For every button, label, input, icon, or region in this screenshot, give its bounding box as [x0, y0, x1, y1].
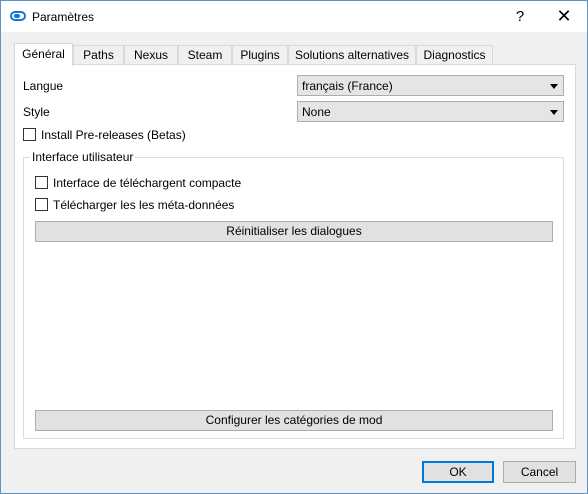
ui-group: Interface utilisateur Interface de téléc…	[23, 150, 564, 439]
title-bar: Paramètres ? ✕	[1, 1, 587, 32]
style-label: Style	[23, 105, 50, 119]
language-value: français (France)	[302, 79, 393, 93]
tab-plugins[interactable]: Plugins	[232, 45, 288, 65]
tab-paths[interactable]: Paths	[73, 45, 124, 65]
language-label: Langue	[23, 79, 64, 93]
configure-categories-button[interactable]: Configurer les catégories de mod	[35, 410, 553, 431]
ui-group-title: Interface utilisateur	[30, 150, 136, 164]
tab-diagnostics[interactable]: Diagnostics	[416, 45, 493, 65]
tab-steam[interactable]: Steam	[178, 45, 232, 65]
close-button[interactable]: ✕	[542, 1, 586, 32]
ok-button[interactable]: OK	[422, 461, 494, 483]
language-select[interactable]: français (France)	[297, 75, 564, 96]
general-panel: Langue français (France) Style None Inst…	[14, 64, 576, 449]
metadata-checkbox[interactable]	[35, 198, 48, 211]
compact-download-label: Interface de téléchargent compacte	[53, 176, 242, 190]
prereleases-checkbox[interactable]	[23, 128, 36, 141]
style-select[interactable]: None	[297, 101, 564, 122]
metadata-label: Télécharger les les méta-données	[53, 198, 235, 212]
tab-alternative-solutions[interactable]: Solutions alternatives	[288, 45, 416, 65]
help-button[interactable]: ?	[498, 1, 542, 32]
style-value: None	[302, 105, 331, 119]
tab-nexus[interactable]: Nexus	[124, 45, 178, 65]
prereleases-label: Install Pre-releases (Betas)	[41, 128, 186, 142]
dropdown-arrow-icon	[550, 110, 558, 115]
window-title: Paramètres	[32, 10, 95, 24]
reset-dialogs-button[interactable]: Réinitialiser les dialogues	[35, 221, 553, 242]
cancel-button[interactable]: Cancel	[503, 461, 576, 483]
compact-download-checkbox[interactable]	[35, 176, 48, 189]
app-icon	[10, 11, 26, 21]
dropdown-arrow-icon	[550, 84, 558, 89]
tab-general[interactable]: Général	[14, 43, 73, 66]
settings-dialog: Paramètres ? ✕ Général Paths Nexus Steam…	[0, 0, 588, 494]
